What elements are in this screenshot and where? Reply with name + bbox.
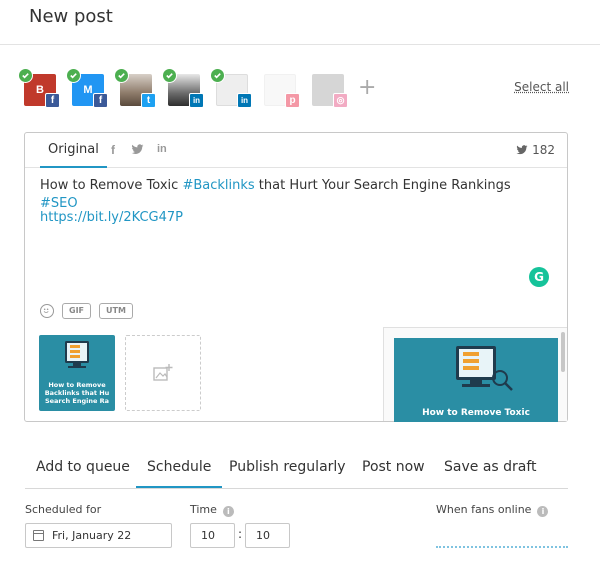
- link-preview-panel: How to Remove Toxic: [383, 327, 567, 422]
- account-7-instagram[interactable]: ◎: [312, 72, 348, 108]
- facebook-icon: f: [45, 93, 60, 108]
- linkedin-icon[interactable]: in: [157, 143, 171, 157]
- add-account-button[interactable]: +: [358, 74, 376, 102]
- check-icon: [114, 68, 129, 83]
- account-3-twitter[interactable]: t: [114, 68, 156, 108]
- tab-schedule[interactable]: Schedule: [136, 448, 223, 488]
- pinterest-icon: p: [285, 93, 300, 108]
- date-value: Fri, January 22: [52, 529, 132, 542]
- char-count-value: 182: [532, 143, 555, 157]
- facebook-icon: f: [93, 93, 108, 108]
- check-icon: [18, 68, 33, 83]
- editor-toolbar: GIF UTM: [40, 302, 133, 320]
- post-text-part: How to Remove Toxic: [40, 178, 183, 193]
- grammarly-icon[interactable]: G: [529, 267, 549, 287]
- page-header: New post: [0, 0, 600, 45]
- twitter-icon[interactable]: [131, 143, 145, 157]
- info-icon[interactable]: i: [537, 506, 549, 517]
- fans-online-chart: [436, 545, 568, 548]
- tab-post-now[interactable]: Post now: [362, 448, 425, 488]
- post-text-input[interactable]: How to Remove Toxic #Backlinks that Hurt…: [40, 177, 550, 213]
- link-preview-title: How to Remove Toxic: [422, 408, 530, 418]
- linkedin-icon: in: [237, 93, 252, 108]
- post-editor: Original f in 182 How to Remove Toxic #B…: [24, 132, 568, 422]
- add-image-button[interactable]: [125, 335, 201, 411]
- fans-online-label: When fans online i: [436, 503, 549, 517]
- post-link[interactable]: https://bit.ly/2KCG47P: [40, 210, 183, 225]
- linkedin-icon: in: [189, 93, 204, 108]
- emoji-icon[interactable]: [40, 304, 54, 318]
- hour-input[interactable]: 10: [190, 523, 235, 548]
- instagram-icon: ◎: [333, 93, 348, 108]
- publish-mode-tabs: Add to queue Schedule Publish regularly …: [25, 448, 568, 489]
- account-selector: B f M f t in in p ◎ + Select all: [18, 68, 569, 108]
- account-1-facebook[interactable]: B f: [18, 68, 60, 108]
- time-separator: :: [238, 527, 243, 541]
- calendar-icon: [33, 530, 44, 541]
- select-all-link[interactable]: Select all: [514, 80, 569, 94]
- network-tabs: Original f in 182: [25, 133, 567, 168]
- date-picker[interactable]: Fri, January 22: [25, 523, 172, 548]
- minute-input[interactable]: 10: [245, 523, 290, 548]
- facebook-icon[interactable]: f: [111, 143, 125, 157]
- post-text-part: that Hurt Your Search Engine Rankings: [254, 178, 511, 193]
- twitter-icon: [516, 145, 528, 155]
- time-label: Time i: [190, 503, 234, 517]
- tab-original[interactable]: Original: [40, 133, 107, 168]
- tab-publish-regularly[interactable]: Publish regularly: [229, 448, 346, 488]
- monitor-illustration: [65, 341, 89, 368]
- preview-scrollbar[interactable]: [561, 332, 565, 372]
- hashtag: #SEO: [40, 196, 78, 211]
- add-image-icon: [153, 364, 173, 381]
- account-4-linkedin[interactable]: in: [162, 68, 204, 108]
- thumbnail-caption: How to Remove Backlinks that Hu Search E…: [44, 381, 110, 405]
- utm-button[interactable]: UTM: [99, 303, 133, 319]
- scheduled-for-label: Scheduled for: [25, 503, 102, 516]
- fans-online-label-text: When fans online: [436, 503, 532, 516]
- monitor-illustration: [456, 346, 513, 391]
- tab-add-to-queue[interactable]: Add to queue: [36, 448, 130, 488]
- twitter-icon: t: [141, 93, 156, 108]
- account-5-linkedin[interactable]: in: [210, 68, 252, 108]
- account-2-facebook[interactable]: M f: [66, 68, 108, 108]
- account-6-pinterest[interactable]: p: [264, 72, 300, 108]
- check-icon: [66, 68, 81, 83]
- info-icon[interactable]: i: [222, 506, 234, 517]
- tab-save-as-draft[interactable]: Save as draft: [444, 448, 537, 488]
- char-count: 182: [516, 143, 555, 157]
- gif-button[interactable]: GIF: [62, 303, 92, 319]
- link-preview-card[interactable]: How to Remove Toxic: [394, 338, 558, 422]
- check-icon: [162, 68, 177, 83]
- page-title: New post: [29, 6, 113, 27]
- attached-image-thumbnail[interactable]: How to Remove Backlinks that Hu Search E…: [39, 335, 115, 411]
- time-label-text: Time: [190, 503, 217, 516]
- hashtag: #Backlinks: [182, 178, 255, 193]
- check-icon: [210, 68, 225, 83]
